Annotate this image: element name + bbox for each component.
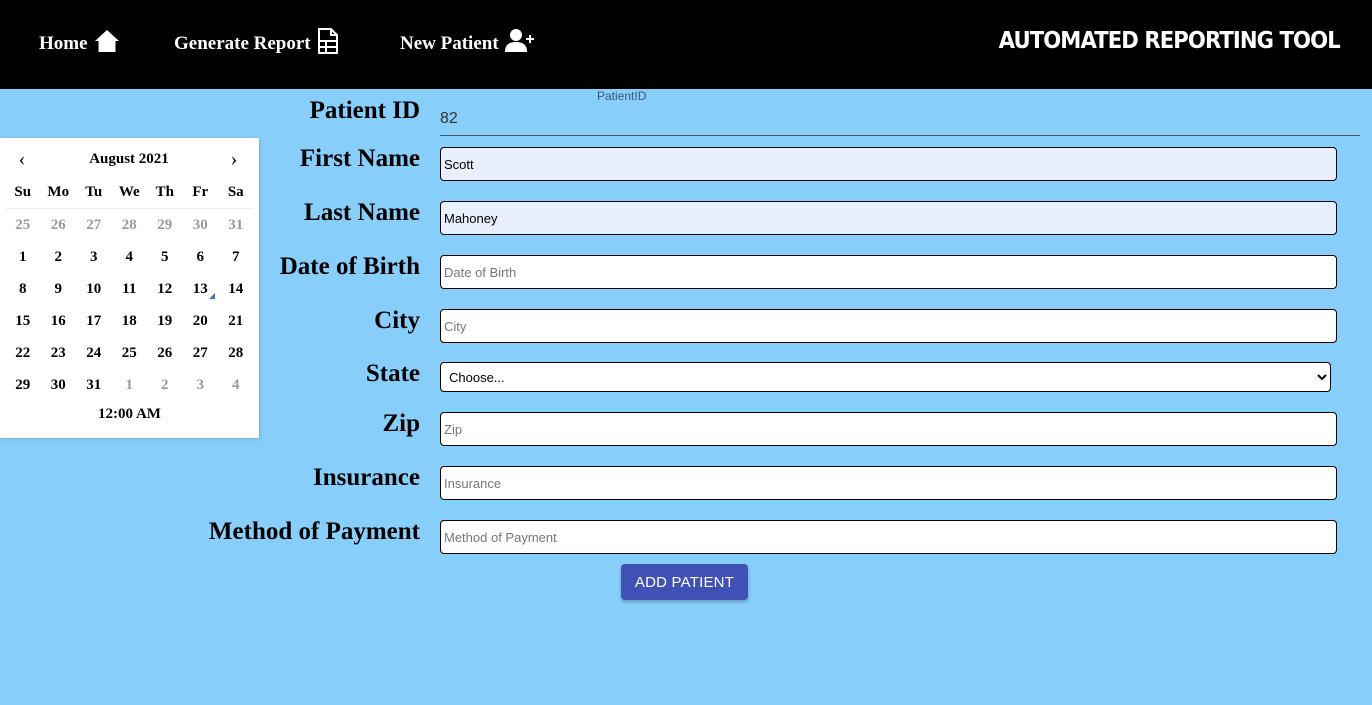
insurance-label: Insurance [313,464,420,491]
patient-id-underline [440,135,1360,136]
calendar-week-row: 15 16 17 18 19 20 21 [5,305,254,337]
calendar-day[interactable]: 3 [183,369,219,401]
calendar-day-today[interactable]: 13 [183,273,219,305]
calendar-week-row: 8 9 10 11 12 13 14 [5,273,254,305]
calendar-day[interactable]: 1 [112,369,148,401]
calendar-day[interactable]: 7 [218,241,254,273]
last-name-label: Last Name [304,199,420,226]
calendar-day[interactable]: 28 [112,209,148,242]
calendar-day[interactable]: 31 [76,369,112,401]
calendar-day[interactable]: 2 [147,369,183,401]
calendar-day[interactable]: 15 [5,305,41,337]
calendar-day[interactable]: 5 [147,241,183,273]
patient-id-value: 82 [440,110,458,127]
calendar-day[interactable]: 26 [147,337,183,369]
weekday-label: Su [5,176,41,209]
calendar-day[interactable]: 26 [41,209,77,242]
calendar-day[interactable]: 29 [5,369,41,401]
calendar-day[interactable]: 31 [218,209,254,242]
calendar-day[interactable]: 25 [5,209,41,242]
city-label: City [374,307,420,334]
nav-generate-report-link[interactable]: Generate Report [174,28,339,54]
calendar-day[interactable]: 19 [147,305,183,337]
calendar-day[interactable]: 3 [76,241,112,273]
calendar-time-toggle[interactable]: 12:00 AM [0,406,259,423]
last-name-input[interactable] [440,201,1337,235]
document-icon [317,28,338,54]
app-brand-title: AUTOMATED REPORTING TOOL [998,28,1341,54]
dob-input[interactable] [440,255,1337,289]
calendar-grid: Su Mo Tu We Th Fr Sa 25 26 27 28 29 30 3… [5,176,254,401]
top-navbar: Home Generate Report New Patient AUTOMAT… [0,0,1372,89]
calendar-day[interactable]: 1 [5,241,41,273]
calendar-day[interactable]: 22 [5,337,41,369]
calendar-day[interactable]: 2 [41,241,77,273]
calendar-day[interactable]: 10 [76,273,112,305]
calendar-day[interactable]: 23 [41,337,77,369]
calendar-day[interactable]: 30 [41,369,77,401]
calendar-next-month-button[interactable]: › [222,148,246,170]
calendar-week-row: 22 23 24 25 26 27 28 [5,337,254,369]
calendar-day[interactable]: 9 [41,273,77,305]
calendar-week-row: 1 2 3 4 5 6 7 [5,241,254,273]
weekday-label: Tu [76,176,112,209]
nav-home-label: Home [39,33,88,54]
calendar-day[interactable]: 28 [218,337,254,369]
nav-report-label: Generate Report [174,33,311,54]
calendar-week-row: 29 30 31 1 2 3 4 [5,369,254,401]
calendar-day[interactable]: 21 [218,305,254,337]
calendar-day[interactable]: 12 [147,273,183,305]
weekday-label: We [111,176,147,209]
user-plus-icon [504,29,534,52]
calendar-day[interactable]: 29 [147,209,183,242]
payment-method-label: Method of Payment [208,518,420,545]
weekday-label: Mo [40,176,76,209]
nav-new-patient-link[interactable]: New Patient [400,28,535,54]
first-name-label: First Name [299,145,420,172]
calendar-month-title[interactable]: August 2021 [5,148,253,170]
calendar-day[interactable]: 20 [183,305,219,337]
calendar-day[interactable]: 25 [112,337,148,369]
calendar-day[interactable]: 18 [112,305,148,337]
calendar-day[interactable]: 24 [76,337,112,369]
calendar-header: ‹ August 2021 › [5,148,253,172]
calendar-day[interactable]: 8 [5,273,41,305]
calendar-day[interactable]: 16 [41,305,77,337]
calendar-day[interactable]: 17 [76,305,112,337]
weekday-label: Sa [218,176,254,209]
insurance-input[interactable] [440,466,1337,500]
calendar-weekday-row: Su Mo Tu We Th Fr Sa [5,176,254,209]
nav-new-patient-label: New Patient [400,33,499,54]
date-picker-calendar: ‹ August 2021 › Su Mo Tu We Th Fr Sa 25 … [0,138,259,438]
weekday-label: Fr [182,176,218,209]
add-patient-button[interactable]: ADD PATIENT [621,564,748,600]
patient-id-floating-label: PatientID [597,89,647,103]
payment-method-input[interactable] [440,520,1337,554]
calendar-day[interactable]: 4 [218,369,254,401]
city-input[interactable] [440,309,1337,343]
nav-home-link[interactable]: Home [39,28,120,54]
calendar-day[interactable]: 4 [112,241,148,273]
state-label: State [365,360,420,387]
zip-input[interactable] [440,412,1337,446]
calendar-day[interactable]: 6 [183,241,219,273]
weekday-label: Th [147,176,183,209]
calendar-day[interactable]: 27 [76,209,112,242]
first-name-input[interactable] [440,147,1337,181]
calendar-day[interactable]: 30 [183,209,219,242]
calendar-day[interactable]: 14 [218,273,254,305]
zip-label: Zip [382,410,420,437]
patient-id-label: Patient ID [309,97,420,124]
calendar-day[interactable]: 27 [183,337,219,369]
home-icon [94,30,119,52]
dob-label: Date of Birth [279,253,420,280]
calendar-day[interactable]: 11 [112,273,148,305]
state-select[interactable]: Choose... [440,362,1331,392]
calendar-week-row: 25 26 27 28 29 30 31 [5,209,254,242]
